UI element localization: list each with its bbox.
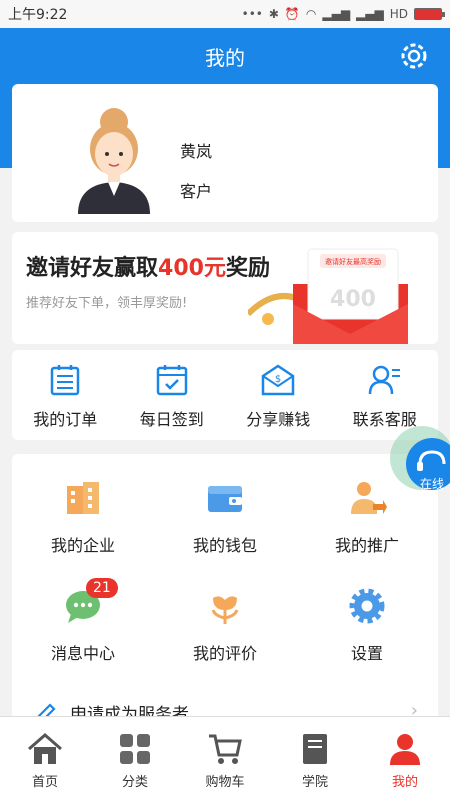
wifi-icon: ◠ <box>305 7 317 21</box>
tab-academy[interactable]: 学院 <box>270 717 360 800</box>
tab-label: 分类 <box>121 775 148 790</box>
online-service-float[interactable]: 在线 <box>386 424 450 504</box>
quick-label: 我的订单 <box>33 410 98 429</box>
quick-label: 每日签到 <box>139 410 204 429</box>
battery-icon <box>414 8 445 20</box>
feature-grid: 我的企业 我的钱包 我的推广 21 消息中心 我的评价 设置 申请成为服务者 › <box>12 454 438 725</box>
network-type: HD <box>389 7 408 21</box>
promotion-icon <box>351 482 387 514</box>
grid-my-reviews[interactable]: 我的评价 <box>154 586 296 664</box>
tab-mine[interactable]: 我的 <box>360 717 450 800</box>
banner-subtitle: 推荐好友下单，领丰厚奖励! <box>26 296 188 311</box>
grid-label: 消息中心 <box>50 644 115 663</box>
quick-actions: 我的订单 每日签到 $ 分享赚钱 联系客服 <box>12 350 438 440</box>
grid-message-center[interactable]: 21 消息中心 <box>12 578 154 664</box>
settings-icon <box>349 588 385 624</box>
home-icon <box>28 733 62 764</box>
share-money-icon: $ <box>262 364 295 396</box>
signal-icon: ▂▄▆ <box>322 7 351 21</box>
red-envelope-icon: 邀请好友最高奖励 400 <box>248 248 408 344</box>
tab-cart[interactable]: 购物车 <box>180 717 270 800</box>
profile-card[interactable]: 黄岚 客户 <box>12 84 438 222</box>
quick-label: 分享赚钱 <box>246 410 311 429</box>
book-icon <box>303 734 327 764</box>
grid-settings[interactable]: 设置 <box>296 586 438 664</box>
order-icon <box>51 365 80 396</box>
customer-service-icon <box>368 365 400 395</box>
category-icon <box>120 734 150 764</box>
status-icons: ••• ✱ ⏰ ◠ ▂▄▆ ▂▄▆ HD <box>241 7 445 21</box>
banner-title-prefix: 邀请好友赢取 <box>26 256 159 281</box>
status-bar: 上午9:22 ••• ✱ ⏰ ◠ ▂▄▆ ▂▄▆ HD <box>0 0 450 28</box>
tab-label: 首页 <box>31 775 58 790</box>
quick-share-earn[interactable]: $ 分享赚钱 <box>225 350 332 440</box>
calendar-check-icon <box>156 365 187 396</box>
signal-icon-2: ▂▄▆ <box>356 7 384 21</box>
tab-label: 购物车 <box>205 775 245 790</box>
banner-title-highlight: 400元 <box>158 256 226 281</box>
quick-my-orders[interactable]: 我的订单 <box>12 350 119 440</box>
alarm-icon: ⏰ <box>284 7 300 21</box>
grid-label: 我的钱包 <box>192 536 257 555</box>
settings-gear-icon[interactable] <box>398 40 430 72</box>
invite-banner[interactable]: 邀请好友赢取400元奖励 推荐好友下单，领丰厚奖励! 邀请好友最高奖励 400 <box>12 232 438 344</box>
svg-text:$: $ <box>275 374 281 385</box>
bluetooth-icon: ✱ <box>268 7 279 21</box>
more-icon: ••• <box>241 7 263 21</box>
banner-title: 邀请好友赢取400元奖励 <box>26 250 270 282</box>
message-badge: 21 <box>86 578 118 598</box>
grid-my-enterprise[interactable]: 我的企业 <box>12 478 154 556</box>
profile-role: 客户 <box>180 182 213 201</box>
page-title: 我的 <box>205 45 245 70</box>
status-time: 上午9:22 <box>8 7 68 23</box>
tab-home[interactable]: 首页 <box>0 717 90 800</box>
cart-icon <box>209 734 242 764</box>
tab-category[interactable]: 分类 <box>90 717 180 800</box>
float-label: 在线 <box>420 477 444 491</box>
user-icon <box>390 734 420 765</box>
grid-label: 我的推广 <box>334 536 399 555</box>
grid-label: 我的企业 <box>50 536 115 555</box>
envelope-label: 邀请好友最高奖励 <box>325 257 381 266</box>
grid-my-wallet[interactable]: 我的钱包 <box>154 478 296 556</box>
tab-label: 学院 <box>301 775 328 790</box>
avatar <box>78 108 150 214</box>
flower-icon <box>211 596 239 624</box>
grid-label: 我的评价 <box>192 644 257 663</box>
wallet-icon <box>208 486 242 512</box>
bottom-tab-bar: 首页 分类 购物车 学院 我的 <box>0 716 450 800</box>
profile-name: 黄岚 <box>180 142 213 161</box>
quick-daily-checkin[interactable]: 每日签到 <box>119 350 226 440</box>
envelope-amount: 400 <box>330 287 376 312</box>
building-icon <box>67 482 99 514</box>
page-header: 我的 <box>0 28 450 84</box>
grid-label: 设置 <box>350 644 383 663</box>
tab-label: 我的 <box>391 775 418 790</box>
